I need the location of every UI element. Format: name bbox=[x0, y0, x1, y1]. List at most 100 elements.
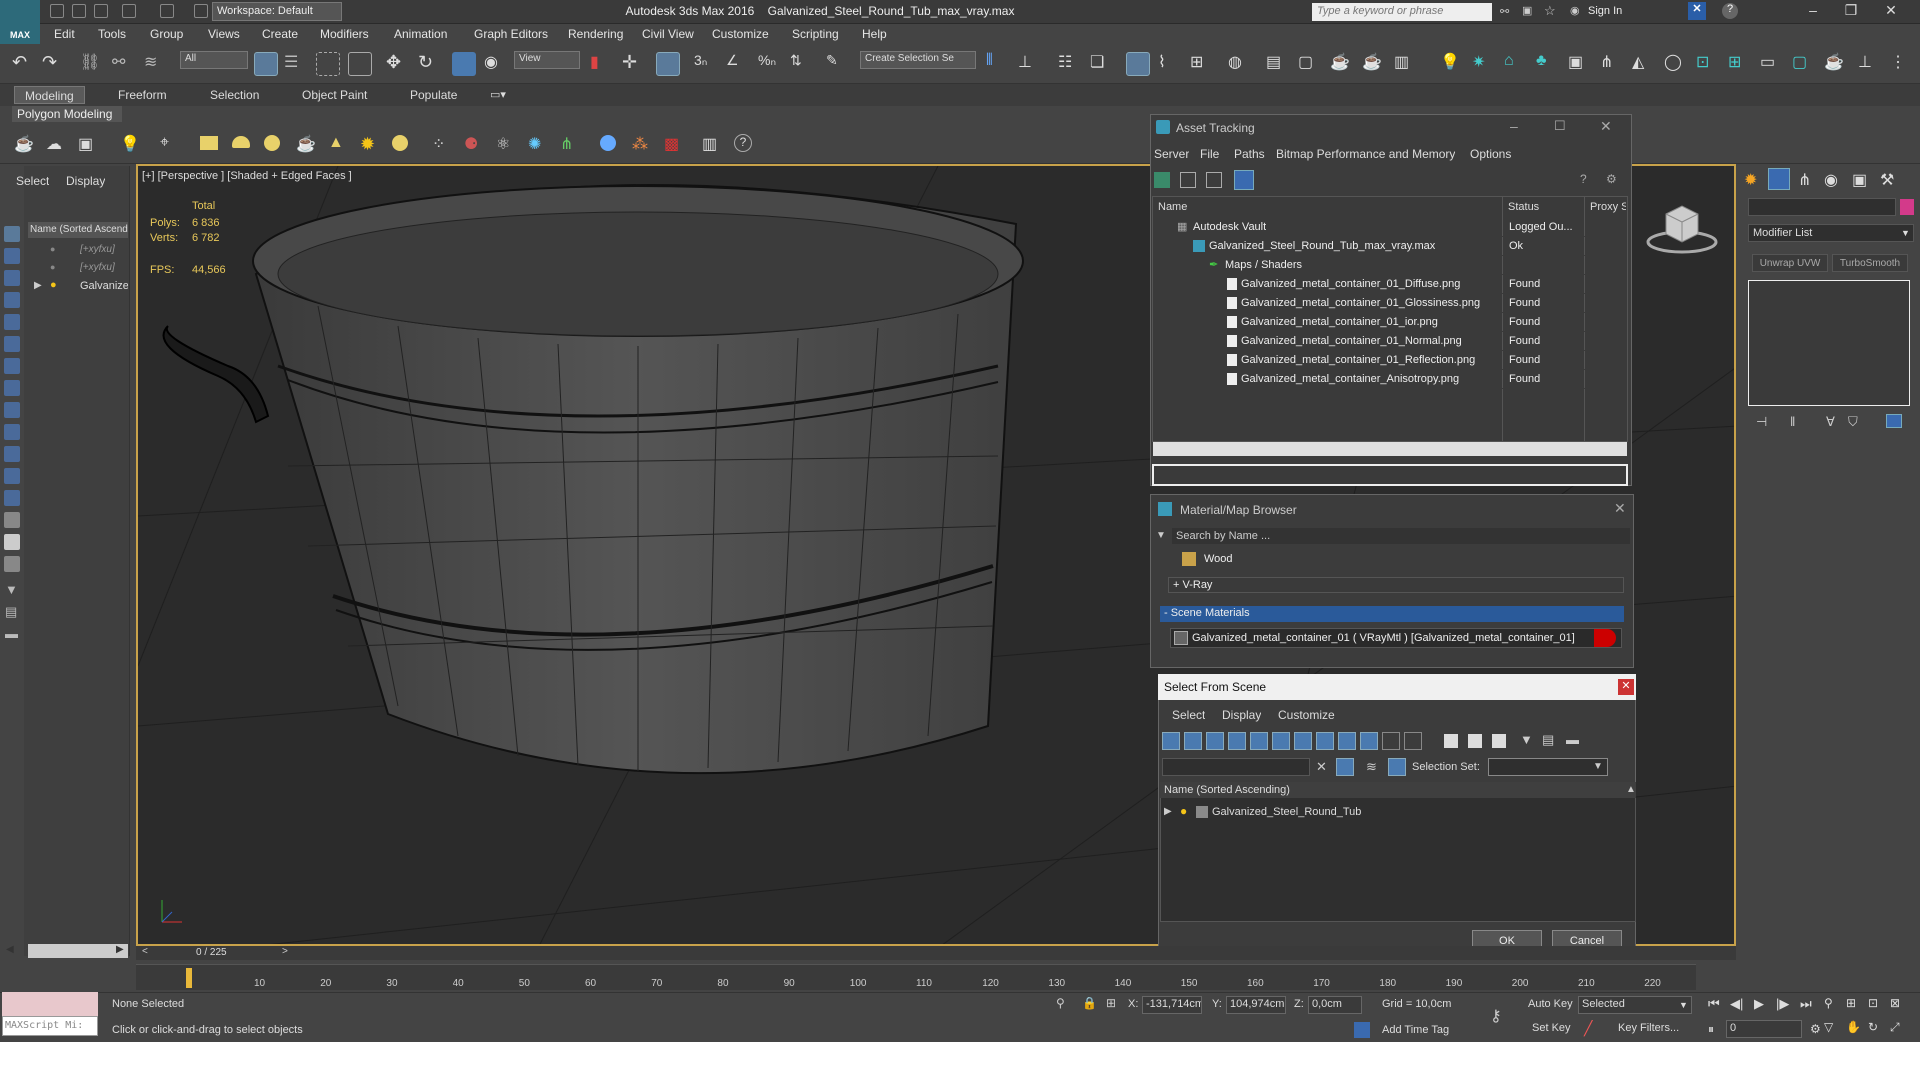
render-setup-icon[interactable]: ▤ bbox=[1266, 52, 1290, 76]
open-file-icon[interactable] bbox=[72, 4, 86, 18]
sun-light-icon[interactable]: ✹ bbox=[360, 134, 375, 155]
field-of-view-icon[interactable]: ▽ bbox=[1824, 1020, 1833, 1034]
maxscript-input[interactable]: MAXScript Mi: bbox=[2, 1016, 98, 1036]
menu-modifiers[interactable]: Modifiers bbox=[320, 27, 369, 41]
menu-tools[interactable]: Tools bbox=[98, 27, 126, 41]
sfs-object-item[interactable]: Galvanized_Steel_Round_Tub bbox=[1212, 806, 1361, 818]
exchange-apps-icon[interactable]: ✕ bbox=[1688, 2, 1706, 20]
sphere-primitive-icon[interactable] bbox=[264, 135, 280, 151]
sfs-filter-shapes-icon[interactable] bbox=[1184, 732, 1202, 750]
current-frame-marker[interactable] bbox=[186, 968, 192, 988]
vray-plane-icon[interactable]: ◭ bbox=[1632, 52, 1656, 76]
window-crossing-icon[interactable] bbox=[348, 52, 372, 76]
asset-tracking-close-icon[interactable]: ✕ bbox=[1600, 118, 1612, 135]
render-material-icon[interactable]: ▩ bbox=[664, 134, 679, 154]
search-input[interactable]: Type a keyword or phrase bbox=[1312, 3, 1492, 21]
z-coordinate-field[interactable]: 0,0cm bbox=[1308, 996, 1362, 1014]
menu-animation[interactable]: Animation bbox=[394, 27, 447, 41]
sfs-filter-cameras-icon[interactable] bbox=[1228, 732, 1246, 750]
link-icon[interactable]: ⛓ bbox=[80, 52, 104, 76]
physics-icon[interactable]: ⚈ bbox=[464, 134, 478, 154]
sfs-menu-display[interactable]: Display bbox=[1222, 708, 1261, 722]
vray-category[interactable]: + V-Ray bbox=[1168, 577, 1624, 593]
selection-lock-icon[interactable]: 🔒 bbox=[1082, 996, 1097, 1010]
asset-list-icon[interactable] bbox=[1180, 172, 1196, 188]
turbosmooth-button[interactable]: TurboSmooth bbox=[1832, 254, 1908, 272]
x-coordinate-field[interactable]: -131,714cm bbox=[1142, 996, 1202, 1014]
object-name-field[interactable] bbox=[1748, 198, 1896, 216]
snaps-toggle-icon[interactable]: 3ₙ bbox=[694, 52, 718, 76]
asset-menu-options[interactable]: Options bbox=[1470, 147, 1511, 161]
asset-tracking-maximize-icon[interactable]: ☐ bbox=[1554, 118, 1566, 134]
camera-icon[interactable]: ⌖ bbox=[160, 134, 169, 152]
material-browser-close-icon[interactable]: ✕ bbox=[1614, 500, 1626, 517]
modify-tab-icon[interactable] bbox=[1768, 168, 1790, 190]
asset-tracking-minimize-icon[interactable]: – bbox=[1510, 118, 1518, 134]
sky-light-icon[interactable] bbox=[392, 135, 408, 151]
render-frame-icon[interactable]: ▣ bbox=[78, 134, 93, 154]
menu-create[interactable]: Create bbox=[262, 27, 298, 41]
minimize-icon[interactable]: – bbox=[1798, 2, 1828, 22]
named-selection-set-dropdown[interactable]: Create Selection Se bbox=[860, 51, 976, 69]
time-prev-icon[interactable]: < bbox=[142, 946, 148, 957]
asset-row[interactable]: Galvanized_metal_container_01_ior.png Fou… bbox=[1153, 313, 1627, 332]
vray-light-icon[interactable]: 💡 bbox=[1440, 52, 1464, 76]
curve-editor-icon[interactable]: ⌇ bbox=[1158, 52, 1182, 76]
material-sphere-icon[interactable] bbox=[600, 135, 616, 151]
bones-filter-icon[interactable] bbox=[4, 424, 20, 440]
ribbon-help-icon[interactable]: ? bbox=[734, 134, 752, 152]
geometry-filter-icon[interactable] bbox=[4, 248, 20, 264]
multi-material-icon[interactable]: ⁂ bbox=[632, 134, 648, 154]
reference-coordinate-dropdown[interactable]: View bbox=[514, 51, 580, 69]
sfs-filter-icon[interactable]: ▼ bbox=[1520, 732, 1533, 747]
cone-primitive-icon[interactable]: ▲ bbox=[328, 134, 344, 152]
vray-toolbar-icon[interactable]: ▢ bbox=[1792, 52, 1816, 76]
expand-arrow-icon[interactable]: ▶ bbox=[1164, 806, 1172, 817]
create-tab-icon[interactable]: ✹ bbox=[1744, 170, 1757, 190]
zoom-extents-all-icon[interactable]: ⊠ bbox=[1890, 996, 1900, 1010]
time-configuration-icon[interactable]: ⚙ bbox=[1810, 1022, 1821, 1036]
scene-item[interactable]: [+xyfxu] bbox=[80, 244, 115, 255]
cameras-filter-icon[interactable] bbox=[4, 314, 20, 330]
next-frame-icon[interactable]: |▶ bbox=[1776, 996, 1789, 1012]
unlink-icon[interactable]: ⚯ bbox=[112, 52, 136, 76]
sfs-filter-containers-icon[interactable] bbox=[1360, 732, 1378, 750]
layer-explorer-icon[interactable]: ❏ bbox=[1090, 52, 1114, 76]
sfs-clear-icon[interactable]: ✕ bbox=[1316, 759, 1327, 775]
scene-explorer-icon[interactable]: ☷ bbox=[1058, 52, 1082, 76]
render-iterative-icon[interactable]: ☕ bbox=[1362, 52, 1386, 76]
scene-tab-display[interactable]: Display bbox=[66, 174, 105, 188]
zoom-icon[interactable]: ⚲ bbox=[1824, 996, 1833, 1010]
light-bulb-icon[interactable]: 💡 bbox=[120, 134, 140, 154]
render-in-cloud-icon[interactable]: ▥ bbox=[1394, 52, 1418, 76]
scene-column-header[interactable]: Name (Sorted Ascend bbox=[28, 222, 128, 238]
rendered-frame-window-icon[interactable]: ▢ bbox=[1298, 52, 1322, 76]
rotate-icon[interactable]: ↻ bbox=[418, 52, 442, 76]
menu-group[interactable]: Group bbox=[150, 27, 183, 41]
bind-space-warp-icon[interactable]: ≋ bbox=[144, 52, 168, 76]
containers-filter-icon[interactable] bbox=[4, 446, 20, 462]
move-icon[interactable]: ✥ bbox=[386, 52, 410, 76]
browser-options-icon[interactable]: ▼ bbox=[1156, 530, 1166, 541]
remove-modifier-icon[interactable]: ⛉ bbox=[1848, 414, 1858, 430]
go-to-start-icon[interactable]: ⏮ bbox=[1708, 996, 1720, 1012]
asset-menu-paths[interactable]: Paths bbox=[1234, 147, 1265, 161]
filter-icon[interactable]: ▼ bbox=[5, 582, 18, 597]
asset-row[interactable]: ✒ Maps / Shaders bbox=[1153, 256, 1627, 275]
unwrap-uvw-button[interactable]: Unwrap UVW bbox=[1752, 254, 1828, 272]
vray-teapot-icon[interactable]: ☕ bbox=[1824, 52, 1848, 76]
vray-ies-light-icon[interactable]: ♣ bbox=[1536, 52, 1560, 76]
key-filters-button[interactable]: Key Filters... bbox=[1618, 1022, 1679, 1034]
scroll-up-icon[interactable]: ▲ bbox=[1626, 784, 1636, 795]
tab-object-paint[interactable]: Object Paint bbox=[292, 86, 377, 104]
vray-sphere-icon[interactable]: ◯ bbox=[1664, 52, 1688, 76]
asset-menu-server[interactable]: Server bbox=[1154, 147, 1189, 161]
selection-filter-dropdown[interactable]: All bbox=[180, 51, 248, 69]
sfs-filter-xrefs-icon[interactable] bbox=[1316, 732, 1334, 750]
scene-materials-category[interactable]: - Scene Materials bbox=[1160, 606, 1624, 622]
asset-icon[interactable]: ▥ bbox=[702, 134, 717, 154]
tab-selection[interactable]: Selection bbox=[200, 86, 269, 104]
material-editor-icon[interactable]: ◍ bbox=[1228, 52, 1252, 76]
time-next-icon[interactable]: > bbox=[282, 946, 288, 957]
previous-frame-icon[interactable]: ◀| bbox=[1730, 996, 1743, 1012]
